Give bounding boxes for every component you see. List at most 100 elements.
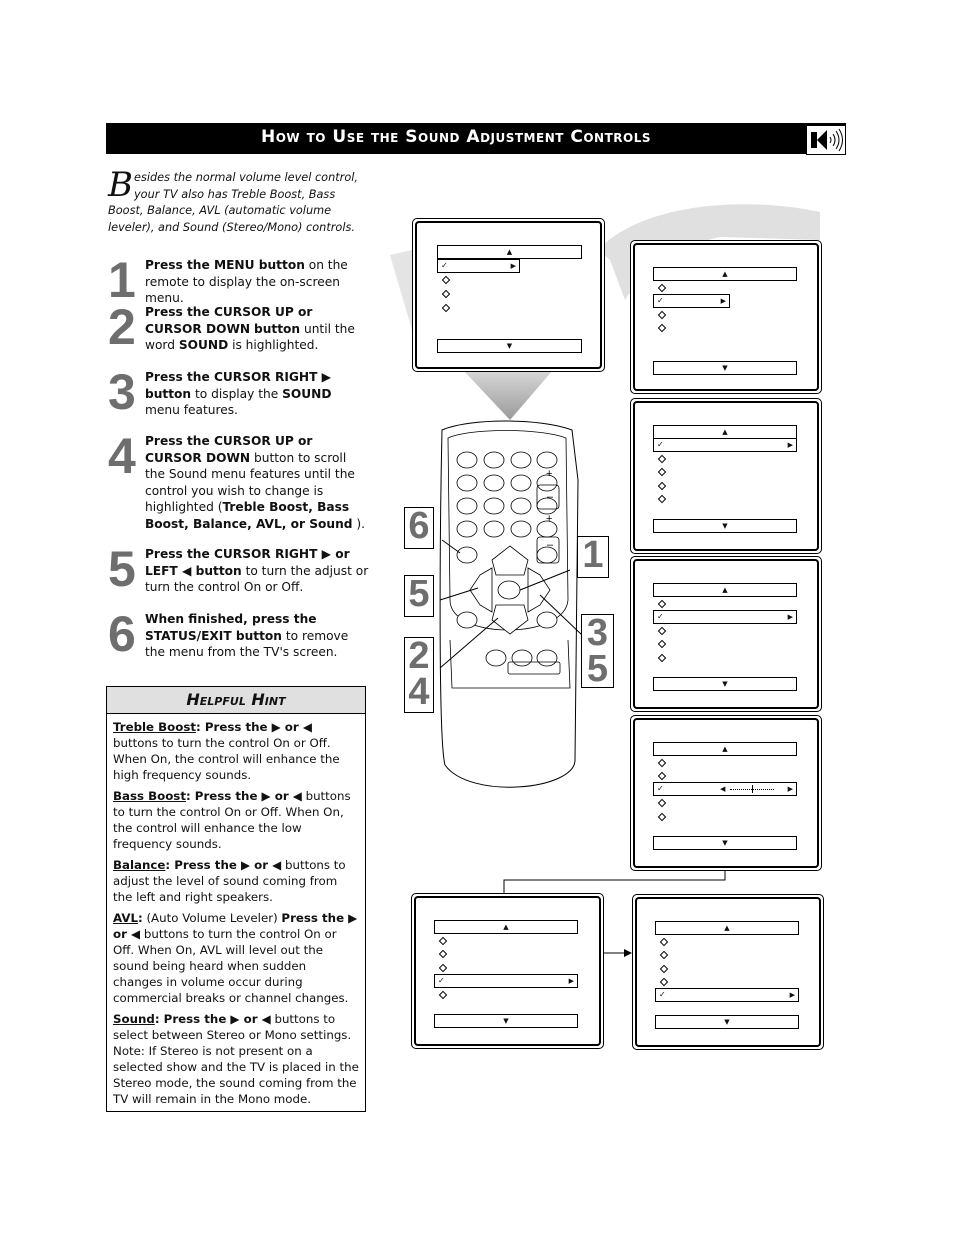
step-text: to display the bbox=[191, 386, 283, 401]
hint-text: buttons to turn the control On or Off. W… bbox=[113, 736, 340, 782]
step-bold: SOUND bbox=[282, 386, 332, 401]
hint-bold: Press the ▶ or ◀ bbox=[163, 1012, 271, 1026]
hint-term: AVL bbox=[113, 911, 138, 925]
drop-cap: B bbox=[108, 165, 133, 205]
down-arrow-icon: ▼ bbox=[722, 364, 728, 372]
down-arrow-icon: ▼ bbox=[724, 1018, 730, 1026]
callout-3-5: 35 bbox=[581, 614, 614, 688]
down-arrow-icon: ▼ bbox=[506, 342, 513, 350]
menu-down-bar: ▼ bbox=[653, 836, 797, 850]
right-arrow-icon: ▶ bbox=[720, 297, 726, 305]
check-icon: ✓ bbox=[659, 990, 666, 999]
tv-screen-sound-highlight: ▲ ✓ ▶ ▼ bbox=[630, 240, 822, 394]
hint-text: (Auto Volume Leveler) bbox=[142, 911, 282, 925]
hint-bold: Press the ▶ or ◀ bbox=[204, 720, 312, 734]
remote-buttons bbox=[456, 451, 561, 675]
step-6: 6 When finished, press the STATUS/EXIT b… bbox=[108, 606, 370, 662]
menu-down-bar: ▼ bbox=[653, 519, 797, 533]
menu-up-bar: ▲ bbox=[653, 425, 797, 439]
tv-screen-sound: ▲ ✓ ▶ ▼ bbox=[632, 894, 824, 1050]
arrow-head bbox=[624, 949, 632, 957]
up-arrow-icon: ▲ bbox=[722, 586, 728, 594]
step-bold: or bbox=[293, 305, 313, 319]
step-text: menu features. bbox=[145, 403, 238, 417]
down-arrow-icon: ▼ bbox=[722, 522, 728, 530]
step-1: 1 Press the MENU button on the remote to… bbox=[108, 252, 370, 308]
svg-text:+: + bbox=[546, 513, 552, 525]
step-number: 3 bbox=[108, 364, 136, 420]
svg-text:+: + bbox=[546, 468, 552, 480]
menu-up-bar: ▲ bbox=[655, 921, 799, 935]
right-arrow-icon: ▶ bbox=[789, 991, 795, 999]
intro-paragraph: Besides the normal volume level control,… bbox=[108, 165, 366, 236]
step-bold: Press the MENU button bbox=[145, 258, 305, 272]
hint-text: buttons to select between Stereo or Mono… bbox=[113, 1012, 359, 1106]
dpad bbox=[469, 545, 551, 635]
svg-text:–: – bbox=[547, 539, 554, 551]
callout-4: 4 bbox=[408, 671, 430, 713]
step-bold: SOUND bbox=[178, 338, 229, 352]
menu-row-selected: ✓ ▶ bbox=[653, 610, 797, 624]
hint-term: Bass Boost bbox=[113, 789, 186, 803]
menu-up-bar: ▲ bbox=[434, 920, 578, 934]
tv-screen-treble-boost: ▲ ✓ ▶ ▼ bbox=[630, 398, 822, 554]
hint-term: Sound bbox=[113, 1012, 155, 1026]
down-arrow-icon: ▼ bbox=[722, 839, 728, 847]
menu-row-selected: ✓ ▶ bbox=[434, 974, 578, 988]
callout-5: 5 bbox=[404, 575, 434, 617]
step-3: 3 Press the CURSOR RIGHT ▶ button to dis… bbox=[108, 364, 370, 420]
check-icon: ✓ bbox=[657, 296, 664, 305]
hint-title: Helpful Hint bbox=[107, 687, 365, 714]
page-title-bar: How to Use the Sound Adjustment Controls bbox=[106, 123, 846, 154]
step-number: 2 bbox=[108, 299, 136, 355]
right-arrow-icon: ▶ bbox=[510, 262, 516, 270]
callout-5b: 5 bbox=[586, 648, 609, 690]
left-arrow-icon: ◀ bbox=[720, 785, 726, 793]
callout-2-4: 24 bbox=[404, 637, 434, 713]
hint-term: Treble Boost bbox=[113, 720, 197, 734]
down-arrow-icon: ▼ bbox=[722, 680, 728, 688]
right-arrow-icon: ▶ bbox=[787, 785, 793, 793]
tv-screen-bass-boost: ▲ ✓ ▶ ▼ bbox=[630, 556, 822, 712]
hint-term: Balance bbox=[113, 858, 166, 872]
hint-balance: Balance: Press the ▶ or ◀ buttons to adj… bbox=[113, 858, 346, 904]
menu-row-selected: ✓ ▶ bbox=[653, 438, 797, 452]
menu-up-bar: ▲ bbox=[653, 742, 797, 756]
menu-up-bar: ▲ bbox=[437, 245, 582, 259]
menu-row-selected: ✓ ▶ bbox=[655, 988, 799, 1002]
up-arrow-icon: ▲ bbox=[506, 248, 513, 256]
step-text: ). bbox=[352, 516, 365, 531]
callout-6: 6 bbox=[404, 507, 434, 549]
tv-screen-avl: ▲ ✓ ▶ ▼ bbox=[411, 893, 604, 1049]
hint-bass: Bass Boost: Press the ▶ or ◀ buttons to … bbox=[113, 789, 351, 851]
menu-row-selected: ✓ ◀ ▶ bbox=[653, 782, 797, 796]
up-arrow-icon: ▲ bbox=[722, 745, 728, 753]
tv-screen-main-menu: ▲ ✓ ▶ ▼ bbox=[412, 218, 605, 372]
step-4: 4 Press the CURSOR UP or CURSOR DOWN but… bbox=[108, 428, 370, 532]
svg-text:–: – bbox=[547, 491, 554, 503]
right-arrow-icon: ▶ bbox=[787, 441, 793, 449]
right-arrow-icon: ▶ bbox=[787, 613, 793, 621]
step-bold: CURSOR DOWN bbox=[145, 321, 251, 336]
down-arrow-icon: ▼ bbox=[503, 1017, 509, 1025]
hint-bold: Press the ▶ or ◀ bbox=[194, 789, 302, 803]
beam-left bbox=[390, 250, 412, 330]
menu-row-selected: ✓ ▶ bbox=[437, 259, 520, 273]
menu-up-bar: ▲ bbox=[653, 267, 797, 281]
up-arrow-icon: ▲ bbox=[503, 923, 509, 931]
menu-down-bar: ▼ bbox=[434, 1014, 578, 1028]
hint-treble: Treble Boost: Press the ▶ or ◀ buttons t… bbox=[113, 720, 340, 782]
hint-sound: Sound: Press the ▶ or ◀ buttons to selec… bbox=[113, 1012, 359, 1106]
check-icon: ✓ bbox=[657, 784, 664, 793]
intro-text: esides the normal volume level control, … bbox=[108, 171, 358, 234]
menu-down-bar: ▼ bbox=[437, 339, 582, 353]
right-arrow-icon: ▶ bbox=[568, 977, 574, 985]
check-icon: ✓ bbox=[657, 440, 664, 449]
check-icon: ✓ bbox=[657, 612, 664, 621]
menu-row-selected: ✓ ▶ bbox=[653, 294, 730, 308]
menu-down-bar: ▼ bbox=[653, 677, 797, 691]
menu-down-bar: ▼ bbox=[655, 1015, 799, 1029]
step-5: 5 Press the CURSOR RIGHT ▶ or LEFT ◀ but… bbox=[108, 541, 370, 597]
ir-beam bbox=[463, 370, 553, 420]
balance-slider-thumb bbox=[752, 785, 753, 793]
